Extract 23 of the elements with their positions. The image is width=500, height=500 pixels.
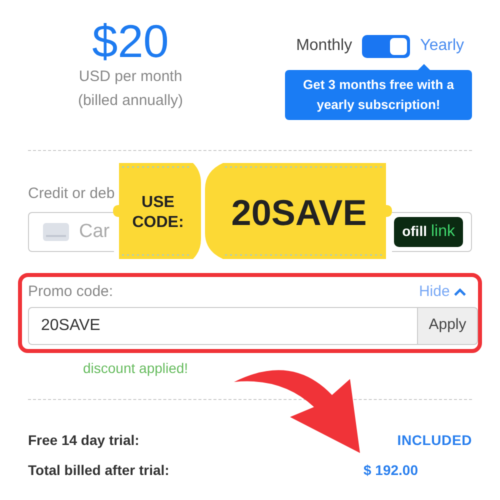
price: $20: [92, 18, 169, 64]
summary-label: Free 14 day trial:: [28, 431, 140, 450]
autofill-button[interactable]: ofill link: [394, 217, 463, 247]
summary-label: Total billed after trial:: [28, 461, 170, 480]
status-message: discount applied!: [83, 358, 188, 378]
coupon-label: USE CODE:: [131, 193, 185, 233]
field-label: Credit or deb: [28, 184, 115, 204]
price-note: USD per month: [78, 68, 182, 85]
card-field-end[interactable]: ofill link: [392, 212, 472, 252]
billing-toggle[interactable]: [362, 34, 410, 58]
toggle-label: Monthly: [296, 36, 352, 56]
field-label: Promo code:: [28, 282, 114, 302]
card-placeholder: Car: [79, 220, 110, 244]
card-icon: [43, 222, 69, 242]
price-note: (billed annually): [78, 92, 184, 109]
summary-value: $ 192.00: [364, 461, 418, 480]
toggle-label: Yearly: [420, 36, 464, 56]
summary-value: INCLUDED: [397, 431, 472, 450]
apply-button[interactable]: Apply: [417, 306, 478, 344]
tooltip-pointer: [418, 64, 430, 70]
caret-icon: [454, 288, 466, 297]
promo-field[interactable]: 20SAVE: [28, 306, 417, 344]
coupon-code: 20SAVE: [230, 191, 368, 235]
